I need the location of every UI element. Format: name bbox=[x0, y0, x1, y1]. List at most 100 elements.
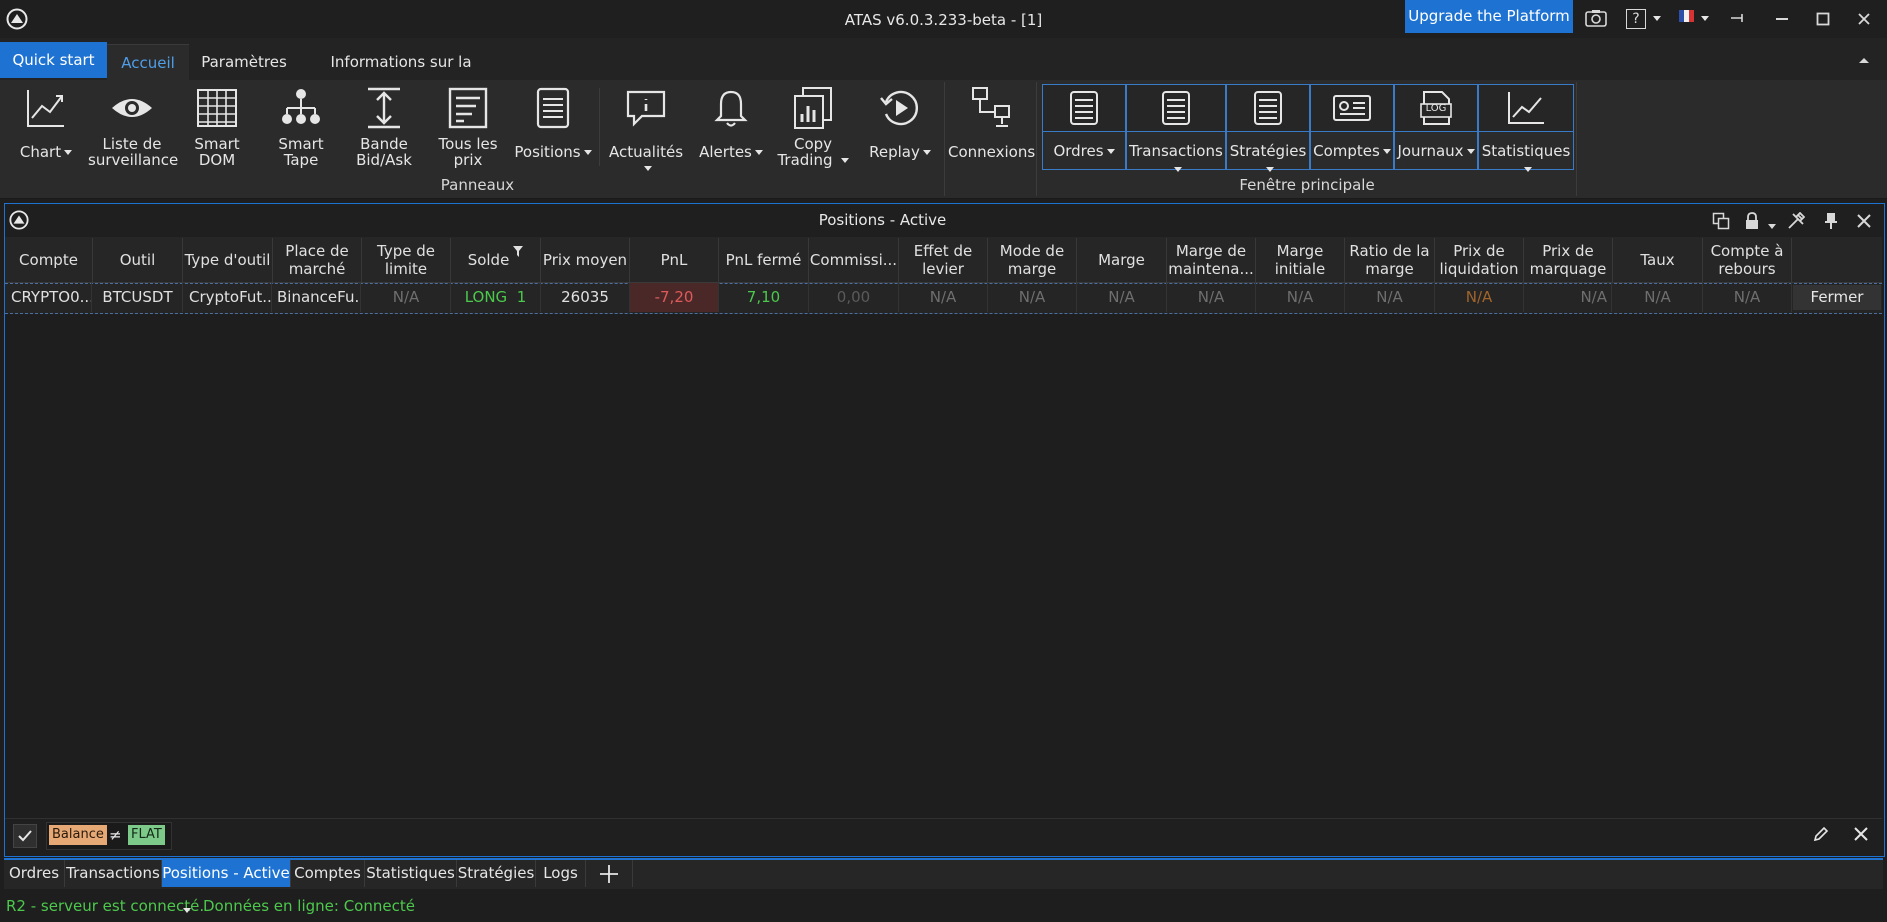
upgrade-platform-button[interactable]: Upgrade the Platform bbox=[1405, 0, 1573, 33]
orders-label: Ordres bbox=[1053, 142, 1104, 160]
alerts-button[interactable]: Alertes bbox=[696, 86, 766, 160]
bottom-tab-logs[interactable]: Logs bbox=[536, 860, 586, 887]
column-header-pnl[interactable]: PnL bbox=[630, 238, 719, 282]
journals-button[interactable]: LOG Journaux bbox=[1394, 84, 1478, 170]
column-header-margin[interactable]: Marge bbox=[1077, 238, 1167, 282]
all-prices-button[interactable]: Tous les prix bbox=[436, 86, 500, 168]
column-header-rate[interactable]: Taux bbox=[1613, 238, 1703, 282]
detach-window-icon[interactable] bbox=[1712, 212, 1730, 230]
strategies-document-icon bbox=[1254, 91, 1282, 125]
column-header-leverage[interactable]: Effet de levier bbox=[899, 238, 988, 282]
language-flag-fr-icon[interactable] bbox=[1679, 10, 1694, 22]
filter-bar bbox=[5, 818, 1882, 855]
help-icon[interactable]: ? bbox=[1625, 4, 1647, 32]
column-header-mark-price[interactable]: Prix de marquage bbox=[1524, 238, 1613, 282]
transactions-button[interactable]: Transactions bbox=[1126, 84, 1226, 172]
column-header-limit-type[interactable]: Type de limite bbox=[362, 238, 451, 282]
cell-margin-ratio: N/A bbox=[1345, 283, 1435, 312]
document-list-icon bbox=[536, 87, 570, 129]
column-header-market[interactable]: Place de marché bbox=[273, 238, 362, 282]
statistics-button[interactable]: Statistiques bbox=[1478, 84, 1574, 172]
balance-side: LONG bbox=[464, 288, 508, 306]
smart-tape-label-2: Tape bbox=[283, 151, 319, 169]
filter-enabled-checkbox[interactable] bbox=[13, 824, 37, 848]
news-button[interactable]: Actualités bbox=[606, 86, 686, 176]
cell-closed-pnl: 7,10 bbox=[719, 283, 809, 312]
price-list-icon bbox=[448, 87, 488, 129]
bottom-tab-strategies[interactable]: Stratégies bbox=[457, 860, 536, 887]
server-status: R2 - serveur est connecté. bbox=[6, 897, 205, 915]
column-header-account[interactable]: Compte bbox=[5, 238, 93, 282]
column-header-tool[interactable]: Outil bbox=[93, 238, 183, 282]
column-header-balance[interactable]: Solde bbox=[451, 238, 541, 282]
chart-button[interactable]: Chart bbox=[14, 86, 78, 160]
help-dropdown-icon[interactable] bbox=[1649, 4, 1661, 32]
watchlist-button[interactable]: Liste de surveillance bbox=[88, 86, 178, 168]
column-header-tool-type[interactable]: Type d'outil bbox=[183, 238, 273, 282]
orders-button[interactable]: Ordres bbox=[1042, 84, 1126, 170]
bottom-tab-statistics[interactable]: Statistiques bbox=[365, 860, 457, 887]
column-header-avg-price[interactable]: Prix moyen bbox=[541, 238, 630, 282]
tab-home[interactable]: Accueil bbox=[107, 44, 189, 81]
strategies-button[interactable]: Stratégies bbox=[1226, 84, 1310, 172]
connections-button[interactable]: Connexions bbox=[948, 86, 1035, 160]
filter-funnel-icon bbox=[513, 246, 524, 257]
smart-dom-label-2: DOM bbox=[198, 151, 236, 169]
chart-label: Chart bbox=[19, 143, 62, 161]
cell-initial-margin: N/A bbox=[1256, 283, 1345, 312]
column-header-countdown[interactable]: Compte à rebours bbox=[1703, 238, 1792, 282]
edit-filter-icon[interactable] bbox=[1813, 826, 1829, 842]
screenshot-camera-icon[interactable] bbox=[1583, 4, 1609, 32]
balance-header-label: Solde bbox=[467, 251, 510, 269]
log-icon-text: LOG bbox=[1425, 103, 1447, 114]
column-header-liquidation-price[interactable]: Prix de liquidation bbox=[1435, 238, 1524, 282]
positions-button[interactable]: Positions bbox=[514, 86, 592, 160]
eye-icon bbox=[112, 99, 152, 117]
lock-icon[interactable] bbox=[1744, 212, 1760, 230]
pin-icon[interactable] bbox=[1823, 212, 1839, 230]
column-header-maintenance-margin[interactable]: Marge de maintena... bbox=[1167, 238, 1256, 282]
strategies-label: Stratégies bbox=[1229, 142, 1307, 160]
smart-tape-button[interactable]: Smart Tape bbox=[270, 86, 332, 168]
column-header-commission[interactable]: Commissi... bbox=[809, 238, 899, 282]
bottom-tab-accounts[interactable]: Comptes bbox=[291, 860, 365, 887]
log-file-icon: LOG bbox=[1395, 85, 1477, 132]
cell-avg-price: 26035 bbox=[541, 283, 630, 312]
bottom-tab-transactions[interactable]: Transactions bbox=[65, 860, 162, 887]
bid-ask-tape-button[interactable]: Bande Bid/Ask bbox=[352, 86, 416, 168]
copy-trading-button[interactable]: Copy Trading bbox=[776, 86, 850, 168]
maximize-icon[interactable] bbox=[1811, 4, 1835, 32]
accounts-label: Comptes bbox=[1313, 142, 1380, 160]
copy-trading-label-1: Copy bbox=[793, 135, 833, 153]
cell-commission: 0,00 bbox=[809, 283, 899, 312]
cell-liquidation-price: N/A bbox=[1435, 283, 1524, 312]
pin-window-icon[interactable] bbox=[1727, 4, 1749, 32]
cell-mark-price: N/A bbox=[1524, 283, 1612, 312]
bid-ask-label-1: Bande bbox=[360, 135, 408, 153]
tools-icon[interactable] bbox=[1787, 211, 1806, 230]
server-status-dropdown-icon[interactable] bbox=[183, 902, 193, 913]
close-panel-icon[interactable] bbox=[1856, 213, 1872, 229]
smart-dom-button[interactable]: Smart DOM bbox=[186, 86, 248, 168]
statistics-label: Statistiques bbox=[1481, 142, 1571, 160]
tab-license-info[interactable]: Informations sur la licence bbox=[306, 44, 496, 107]
tab-settings[interactable]: Paramètres bbox=[196, 44, 292, 80]
bottom-tab-positions-active[interactable]: Positions - Active bbox=[162, 860, 291, 887]
column-header-initial-margin[interactable]: Marge initiale bbox=[1256, 238, 1345, 282]
add-tab-button[interactable] bbox=[586, 860, 633, 887]
column-header-margin-mode[interactable]: Mode de marge bbox=[988, 238, 1077, 282]
tab-quick-start[interactable]: Quick start bbox=[0, 42, 107, 78]
replay-button[interactable]: Replay bbox=[862, 86, 938, 160]
column-header-margin-ratio[interactable]: Ratio de la marge bbox=[1345, 238, 1435, 282]
bottom-tab-orders[interactable]: Ordres bbox=[4, 860, 65, 887]
minimize-icon[interactable] bbox=[1770, 4, 1794, 32]
column-header-closed-pnl[interactable]: PnL fermé bbox=[719, 238, 809, 282]
clear-filter-icon[interactable] bbox=[1853, 826, 1869, 842]
close-window-icon[interactable] bbox=[1852, 4, 1876, 32]
lock-dropdown-icon[interactable] bbox=[1768, 218, 1778, 229]
language-dropdown-icon[interactable] bbox=[1697, 4, 1709, 32]
collapse-ribbon-icon[interactable] bbox=[1856, 52, 1872, 68]
info-bubble-icon bbox=[626, 90, 666, 127]
close-position-button[interactable]: Fermer bbox=[1793, 285, 1881, 310]
accounts-button[interactable]: Comptes bbox=[1310, 84, 1394, 170]
